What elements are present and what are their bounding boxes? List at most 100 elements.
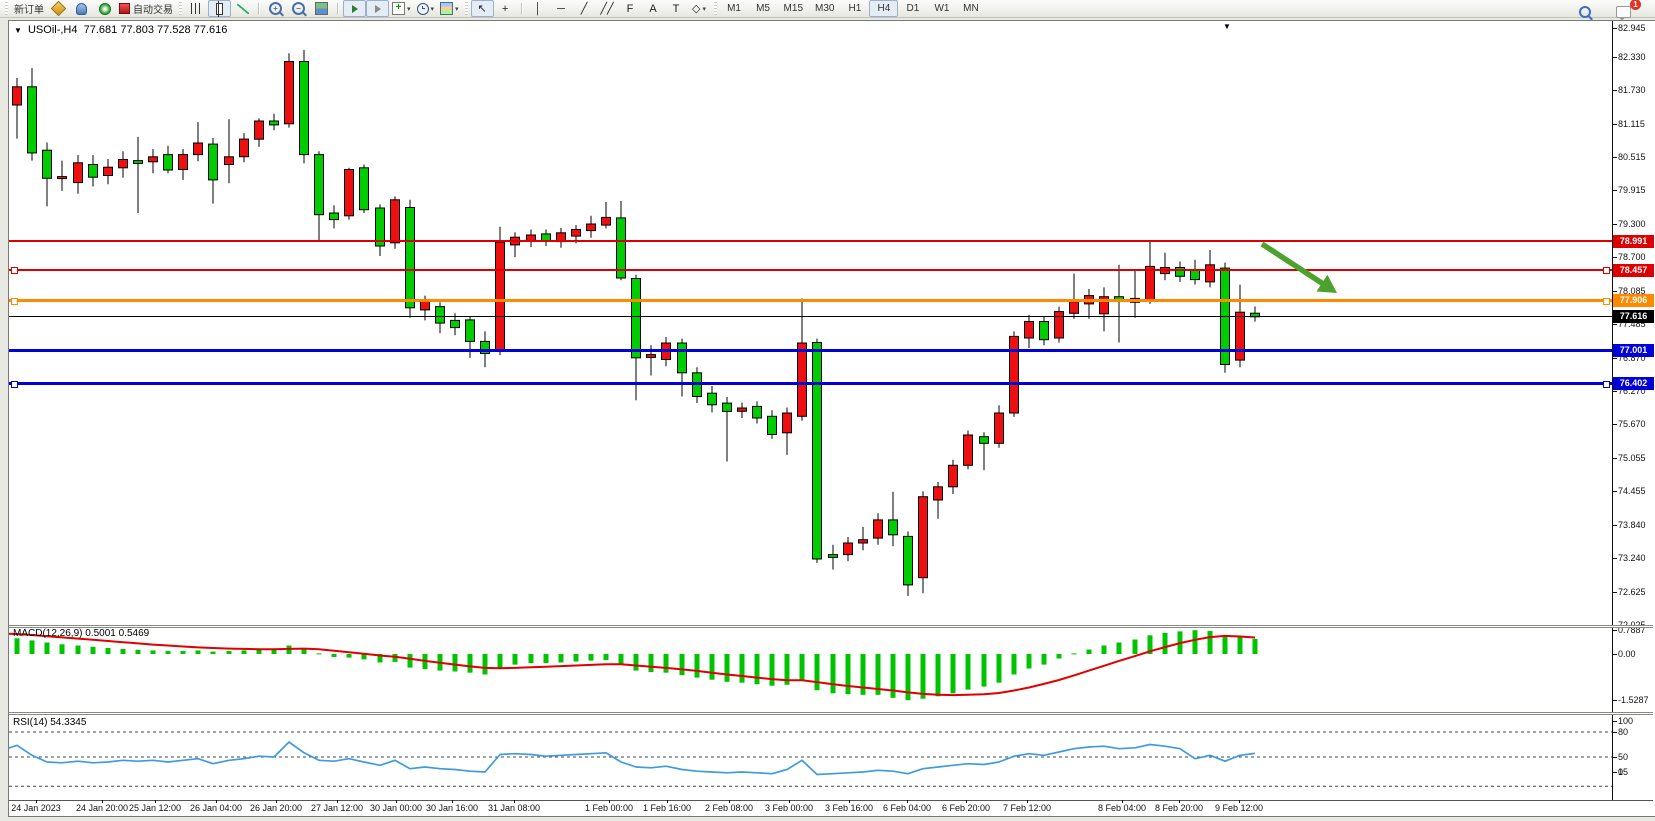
vertical-line-tool-button[interactable]: │ bbox=[527, 0, 550, 17]
panel-separator[interactable] bbox=[9, 712, 1653, 715]
macd-histogram-bar bbox=[921, 654, 926, 699]
toolbar-drag-handle[interactable] bbox=[179, 2, 182, 15]
price-level-line-77.906[interactable] bbox=[9, 299, 1612, 302]
macd-histogram-bar bbox=[347, 654, 352, 658]
candle-body bbox=[859, 540, 868, 543]
price-level-line-77.001[interactable] bbox=[9, 349, 1612, 352]
chat-button[interactable]: 1 bbox=[1612, 3, 1635, 20]
timeframe-M30[interactable]: M30 bbox=[809, 0, 840, 17]
period-menu-button[interactable]: ▾ bbox=[414, 0, 438, 17]
timeframe-W1[interactable]: W1 bbox=[927, 0, 956, 17]
time-label: 8 Feb 20:00 bbox=[1155, 803, 1203, 813]
macd-histogram-bar bbox=[574, 654, 579, 662]
trendline-tool-button[interactable]: ╱ bbox=[573, 0, 596, 17]
tile-windows-button[interactable] bbox=[310, 0, 333, 17]
toolbar-drag-handle[interactable] bbox=[5, 2, 8, 15]
channel-tool-button[interactable]: ╱╱ bbox=[596, 0, 619, 17]
search-button[interactable] bbox=[1573, 3, 1596, 20]
trend-arrow-head[interactable] bbox=[1317, 275, 1338, 293]
price-level-line-77.616[interactable] bbox=[9, 316, 1612, 317]
timeframe-bar: M1M5M15M30H1H4D1W1MN bbox=[720, 0, 986, 17]
trend-arrow-shaft[interactable] bbox=[1262, 244, 1325, 285]
toolbar-drag-handle[interactable] bbox=[465, 2, 468, 15]
candle-body bbox=[28, 87, 37, 153]
axis-tick-mark bbox=[1612, 90, 1617, 91]
person-icon bbox=[76, 3, 87, 15]
shapes-tool-button[interactable]: ◇▾ bbox=[688, 0, 711, 17]
line-chart-button[interactable] bbox=[231, 0, 254, 17]
fibonacci-tool-button[interactable]: F bbox=[619, 0, 642, 17]
macd-histogram-bar bbox=[242, 650, 247, 654]
candle-body bbox=[406, 208, 415, 308]
level-drag-handle[interactable] bbox=[1603, 298, 1610, 305]
timeframe-H1[interactable]: H1 bbox=[840, 0, 869, 17]
timeframe-H4[interactable]: H4 bbox=[869, 0, 898, 17]
price-level-line-78.457[interactable] bbox=[9, 269, 1612, 271]
terminal-panel-icon[interactable] bbox=[93, 0, 116, 17]
bar-chart-button[interactable] bbox=[185, 0, 208, 17]
time-label: 7 Feb 12:00 bbox=[1003, 803, 1051, 813]
candle-body bbox=[964, 435, 973, 465]
timeframe-M15[interactable]: M15 bbox=[778, 0, 809, 17]
zoom-in-button[interactable]: + bbox=[264, 0, 287, 17]
add-indicator-button[interactable]: +▾ bbox=[389, 0, 414, 17]
cursor-tool-button[interactable]: ↖ bbox=[471, 0, 494, 17]
chart-shift-button[interactable] bbox=[366, 0, 389, 17]
macd-histogram-bar bbox=[227, 651, 232, 654]
macd-signal-line bbox=[9, 634, 1255, 696]
macd-histogram-bar bbox=[1057, 654, 1062, 659]
level-drag-handle[interactable] bbox=[11, 267, 18, 274]
chart-shift-marker[interactable]: ▼ bbox=[1223, 22, 1231, 31]
collapse-triangle-icon[interactable]: ▼ bbox=[14, 26, 22, 35]
macd-histogram-bar bbox=[257, 650, 262, 655]
level-drag-handle[interactable] bbox=[1603, 267, 1610, 274]
macd-histogram-bar bbox=[438, 654, 443, 671]
horizontal-line-tool-button[interactable]: ─ bbox=[550, 0, 573, 17]
candle-body bbox=[587, 224, 596, 231]
macd-histogram-bar bbox=[483, 654, 488, 675]
toolbar-drag-handle[interactable] bbox=[714, 2, 717, 15]
timeframe-M5[interactable]: M5 bbox=[749, 0, 778, 17]
crosshair-tool-button[interactable]: + bbox=[494, 0, 517, 17]
time-axis[interactable]: 24 Jan 202324 Jan 20:0025 Jan 12:0026 Ja… bbox=[9, 801, 1653, 814]
macd-histogram-bar bbox=[498, 654, 503, 668]
macd-histogram-bar bbox=[1193, 630, 1198, 654]
label-tool-button[interactable]: T bbox=[665, 0, 688, 17]
timeframe-MN[interactable]: MN bbox=[956, 0, 985, 17]
toolbar-right-group: 1 bbox=[1573, 3, 1635, 20]
text-tool-button[interactable]: A bbox=[642, 0, 665, 17]
new-order-button[interactable]: 新订单 bbox=[11, 0, 47, 17]
level-drag-handle[interactable] bbox=[1603, 381, 1610, 388]
zoom-out-button[interactable]: − bbox=[287, 0, 310, 17]
panel-separator[interactable] bbox=[9, 625, 1653, 628]
axis-tick-mark bbox=[1612, 391, 1617, 392]
candle-body bbox=[919, 497, 928, 578]
template-menu-button[interactable]: ▾ bbox=[437, 0, 462, 17]
price-tick: 75.055 bbox=[1618, 453, 1655, 463]
candle-body bbox=[391, 200, 400, 243]
macd-histogram-bar bbox=[1027, 654, 1032, 669]
candle-chart-button[interactable] bbox=[208, 0, 231, 17]
level-drag-handle[interactable] bbox=[11, 298, 18, 305]
auto-scroll-button[interactable] bbox=[343, 0, 366, 17]
candle-body bbox=[13, 87, 22, 105]
time-label: 24 Jan 2023 bbox=[11, 803, 61, 813]
timeframe-D1[interactable]: D1 bbox=[898, 0, 927, 17]
timeframe-M1[interactable]: M1 bbox=[720, 0, 749, 17]
price-tick: 73.240 bbox=[1618, 553, 1655, 563]
price-level-line-76.402[interactable] bbox=[9, 382, 1612, 385]
macd-histogram-bar bbox=[332, 654, 337, 657]
market-watch-icon[interactable] bbox=[47, 0, 70, 17]
auto-scroll-icon bbox=[352, 5, 358, 13]
macd-histogram-bar bbox=[1178, 631, 1183, 654]
level-drag-handle[interactable] bbox=[11, 381, 18, 388]
navigator-icon[interactable] bbox=[70, 0, 93, 17]
candle-body bbox=[632, 279, 641, 358]
candle-body bbox=[647, 355, 656, 358]
separator bbox=[337, 3, 339, 15]
macd-axis-tick: -1.5287 bbox=[1618, 695, 1655, 705]
price-level-line-78.991[interactable] bbox=[9, 240, 1612, 242]
auto-trading-button[interactable]: 自动交易 bbox=[116, 0, 176, 17]
macd-histogram-bar bbox=[196, 650, 201, 654]
macd-histogram-bar bbox=[45, 643, 50, 655]
